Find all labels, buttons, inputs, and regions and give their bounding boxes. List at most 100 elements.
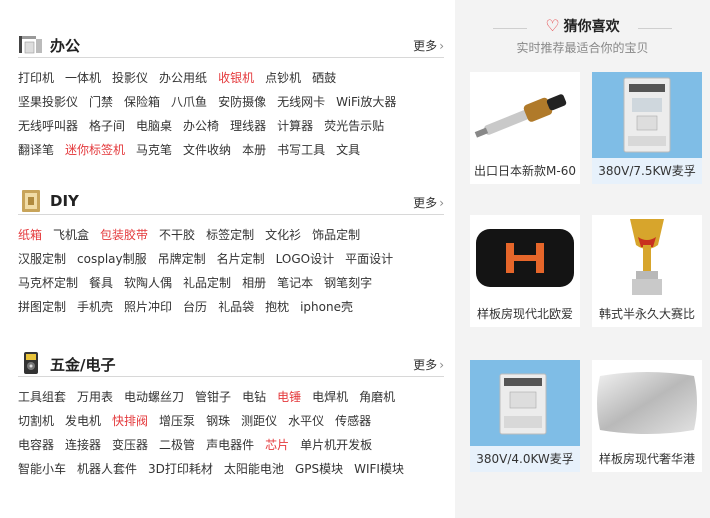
- category-link[interactable]: 不干胶: [159, 223, 195, 247]
- category-link[interactable]: 书写工具: [277, 138, 325, 162]
- product-caption: 380V/4.0KW麦孚: [470, 446, 580, 472]
- category-link[interactable]: 饰品定制: [312, 223, 360, 247]
- category-link[interactable]: 无线呼叫器: [18, 114, 78, 138]
- category-link[interactable]: 发电机: [65, 409, 101, 433]
- category-link[interactable]: 马克笔: [136, 138, 172, 162]
- category-link[interactable]: 笔记本: [277, 271, 313, 295]
- category-link[interactable]: 门禁: [89, 90, 113, 114]
- category-link[interactable]: 计算器: [277, 114, 313, 138]
- category-link[interactable]: 管钳子: [195, 385, 231, 409]
- category-link[interactable]: 手机壳: [77, 295, 113, 319]
- product-card[interactable]: 样板房现代奢华港: [592, 360, 702, 472]
- category-link[interactable]: 变压器: [112, 433, 148, 457]
- more-link[interactable]: 更多 ›: [413, 356, 444, 373]
- category-link[interactable]: 声电器件: [206, 433, 254, 457]
- divider: [638, 28, 672, 29]
- product-card[interactable]: 380V/4.0KW麦孚: [470, 360, 580, 472]
- category-link[interactable]: 翻译笔: [18, 138, 54, 162]
- category-link[interactable]: LOGO设计: [276, 247, 334, 271]
- product-card[interactable]: 380V/7.5KW麦孚: [592, 72, 702, 184]
- category-link[interactable]: 平面设计: [345, 247, 393, 271]
- category-link[interactable]: 电钻: [242, 385, 266, 409]
- category-link[interactable]: 格子间: [89, 114, 125, 138]
- category-link[interactable]: 文化衫: [265, 223, 301, 247]
- category-link[interactable]: 名片定制: [217, 247, 265, 271]
- category-link[interactable]: 点钞机: [265, 66, 301, 90]
- category-link[interactable]: 收银机: [218, 66, 254, 90]
- product-caption: 出口日本新款M-60: [474, 164, 576, 178]
- category-link[interactable]: 芯片: [265, 433, 289, 457]
- category-link[interactable]: 办公椅: [183, 114, 219, 138]
- category-link[interactable]: 单片机开发板: [300, 433, 372, 457]
- category-link[interactable]: 礼品定制: [183, 271, 231, 295]
- category-link[interactable]: 投影仪: [112, 66, 148, 90]
- category-link[interactable]: cosplay制服: [77, 247, 147, 271]
- more-link[interactable]: 更多 ›: [413, 37, 444, 54]
- category-link[interactable]: 电焊机: [312, 385, 348, 409]
- category-link[interactable]: 汉服定制: [18, 247, 66, 271]
- category-link[interactable]: 马克杯定制: [18, 271, 78, 295]
- category-link[interactable]: 飞机盒: [53, 223, 89, 247]
- category-link[interactable]: 本册: [242, 138, 266, 162]
- category-link[interactable]: 理线器: [230, 114, 266, 138]
- more-link[interactable]: 更多 ›: [413, 194, 444, 211]
- category-link[interactable]: 餐具: [89, 271, 113, 295]
- category-link[interactable]: 八爪鱼: [171, 90, 207, 114]
- category-link[interactable]: 增压泵: [159, 409, 195, 433]
- category-link[interactable]: 传感器: [335, 409, 371, 433]
- category-link[interactable]: 安防摄像: [218, 90, 266, 114]
- category-link[interactable]: 电动螺丝刀: [124, 385, 184, 409]
- category-link[interactable]: 纸箱: [18, 223, 42, 247]
- category-link[interactable]: 工具组套: [18, 385, 66, 409]
- category-link[interactable]: WIFI模块: [354, 457, 404, 481]
- category-link[interactable]: 无线网卡: [277, 90, 325, 114]
- category-link[interactable]: 抱枕: [265, 295, 289, 319]
- category-link[interactable]: 包装胶带: [100, 223, 148, 247]
- category-link[interactable]: 照片冲印: [124, 295, 172, 319]
- category-link[interactable]: 水平仪: [288, 409, 324, 433]
- category-link[interactable]: 测距仪: [241, 409, 277, 433]
- category-link[interactable]: 荧光告示贴: [324, 114, 384, 138]
- category-link[interactable]: 拼图定制: [18, 295, 66, 319]
- link-row: 打印机 一体机 投影仪 办公用纸 收银机 点钞机 硒鼓: [18, 66, 444, 90]
- link-row: 汉服定制 cosplay制服 吊牌定制 名片定制 LOGO设计 平面设计: [18, 247, 444, 271]
- category-link[interactable]: 电锤: [277, 385, 301, 409]
- category-link[interactable]: 角磨机: [359, 385, 395, 409]
- category-link[interactable]: 切割机: [18, 409, 54, 433]
- product-card[interactable]: 韩式半永久大赛比: [592, 215, 702, 327]
- category-link[interactable]: 文件收纳: [183, 138, 231, 162]
- product-card[interactable]: 样板房现代北欧爱: [470, 215, 580, 327]
- category-link[interactable]: GPS模块: [295, 457, 343, 481]
- category-link[interactable]: 机器人套件: [77, 457, 137, 481]
- category-link[interactable]: 钢笔刻字: [324, 271, 372, 295]
- category-link[interactable]: 打印机: [18, 66, 54, 90]
- category-link[interactable]: 保险箱: [124, 90, 160, 114]
- category-link[interactable]: 相册: [242, 271, 266, 295]
- category-link[interactable]: 连接器: [65, 433, 101, 457]
- category-link[interactable]: 坚果投影仪: [18, 90, 78, 114]
- category-link[interactable]: 台历: [183, 295, 207, 319]
- category-link[interactable]: 迷你标签机: [65, 138, 125, 162]
- category-link[interactable]: 电容器: [18, 433, 54, 457]
- category-link[interactable]: 一体机: [65, 66, 101, 90]
- category-link[interactable]: 万用表: [77, 385, 113, 409]
- category-link[interactable]: iphone壳: [300, 295, 353, 319]
- category-link[interactable]: 礼品袋: [218, 295, 254, 319]
- category-link[interactable]: 硒鼓: [312, 66, 336, 90]
- category-link[interactable]: 智能小车: [18, 457, 66, 481]
- category-link[interactable]: 3D打印耗材: [148, 457, 213, 481]
- category-link[interactable]: WiFi放大器: [336, 90, 396, 114]
- category-link[interactable]: 吊牌定制: [158, 247, 206, 271]
- category-link[interactable]: 钢珠: [206, 409, 230, 433]
- category-link[interactable]: 太阳能电池: [224, 457, 284, 481]
- link-row: 纸箱 飞机盒 包装胶带 不干胶 标签定制 文化衫 饰品定制: [18, 223, 444, 247]
- category-link[interactable]: 软陶人偶: [124, 271, 172, 295]
- category-link[interactable]: 电脑桌: [136, 114, 172, 138]
- category-link[interactable]: 办公用纸: [159, 66, 207, 90]
- category-link[interactable]: 二极管: [159, 433, 195, 457]
- section-title: DIY: [50, 192, 79, 210]
- category-link[interactable]: 标签定制: [206, 223, 254, 247]
- category-link[interactable]: 文具: [336, 138, 360, 162]
- category-link[interactable]: 快排阀: [112, 409, 148, 433]
- product-card[interactable]: 出口日本新款M-60: [470, 72, 580, 184]
